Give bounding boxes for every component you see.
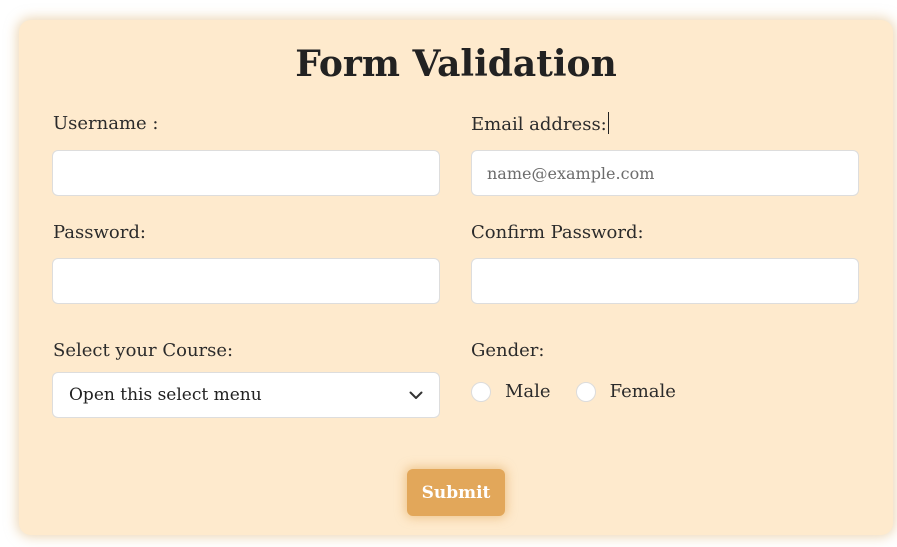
username-input[interactable] [52, 150, 440, 196]
confirm-password-input[interactable] [471, 258, 859, 304]
course-select[interactable]: Open this select menu [52, 372, 440, 418]
confirm-password-label: Confirm Password: [471, 222, 644, 243]
username-label: Username : [53, 113, 159, 134]
page-title: Form Validation [295, 43, 617, 85]
password-label: Password: [53, 222, 146, 243]
password-input[interactable] [52, 258, 440, 304]
gender-female-label: Female [609, 381, 676, 402]
email-input[interactable] [471, 150, 859, 196]
gender-male-label: Male [505, 381, 551, 402]
gender-male-radio[interactable] [471, 381, 491, 402]
text-cursor [607, 112, 609, 134]
submit-button[interactable]: Submit [407, 469, 505, 516]
gender-female-radio[interactable] [575, 381, 596, 402]
course-label: Select your Course: [53, 340, 234, 361]
gender-label: Gender: [471, 340, 545, 361]
course-select-value: Open this select menu [69, 385, 262, 405]
gender-radio-group: Male Female [471, 381, 676, 402]
chevron-down-icon [409, 391, 423, 399]
form-card: Form Validation Username : Email address… [19, 20, 893, 535]
email-label: Email address: [471, 112, 609, 135]
